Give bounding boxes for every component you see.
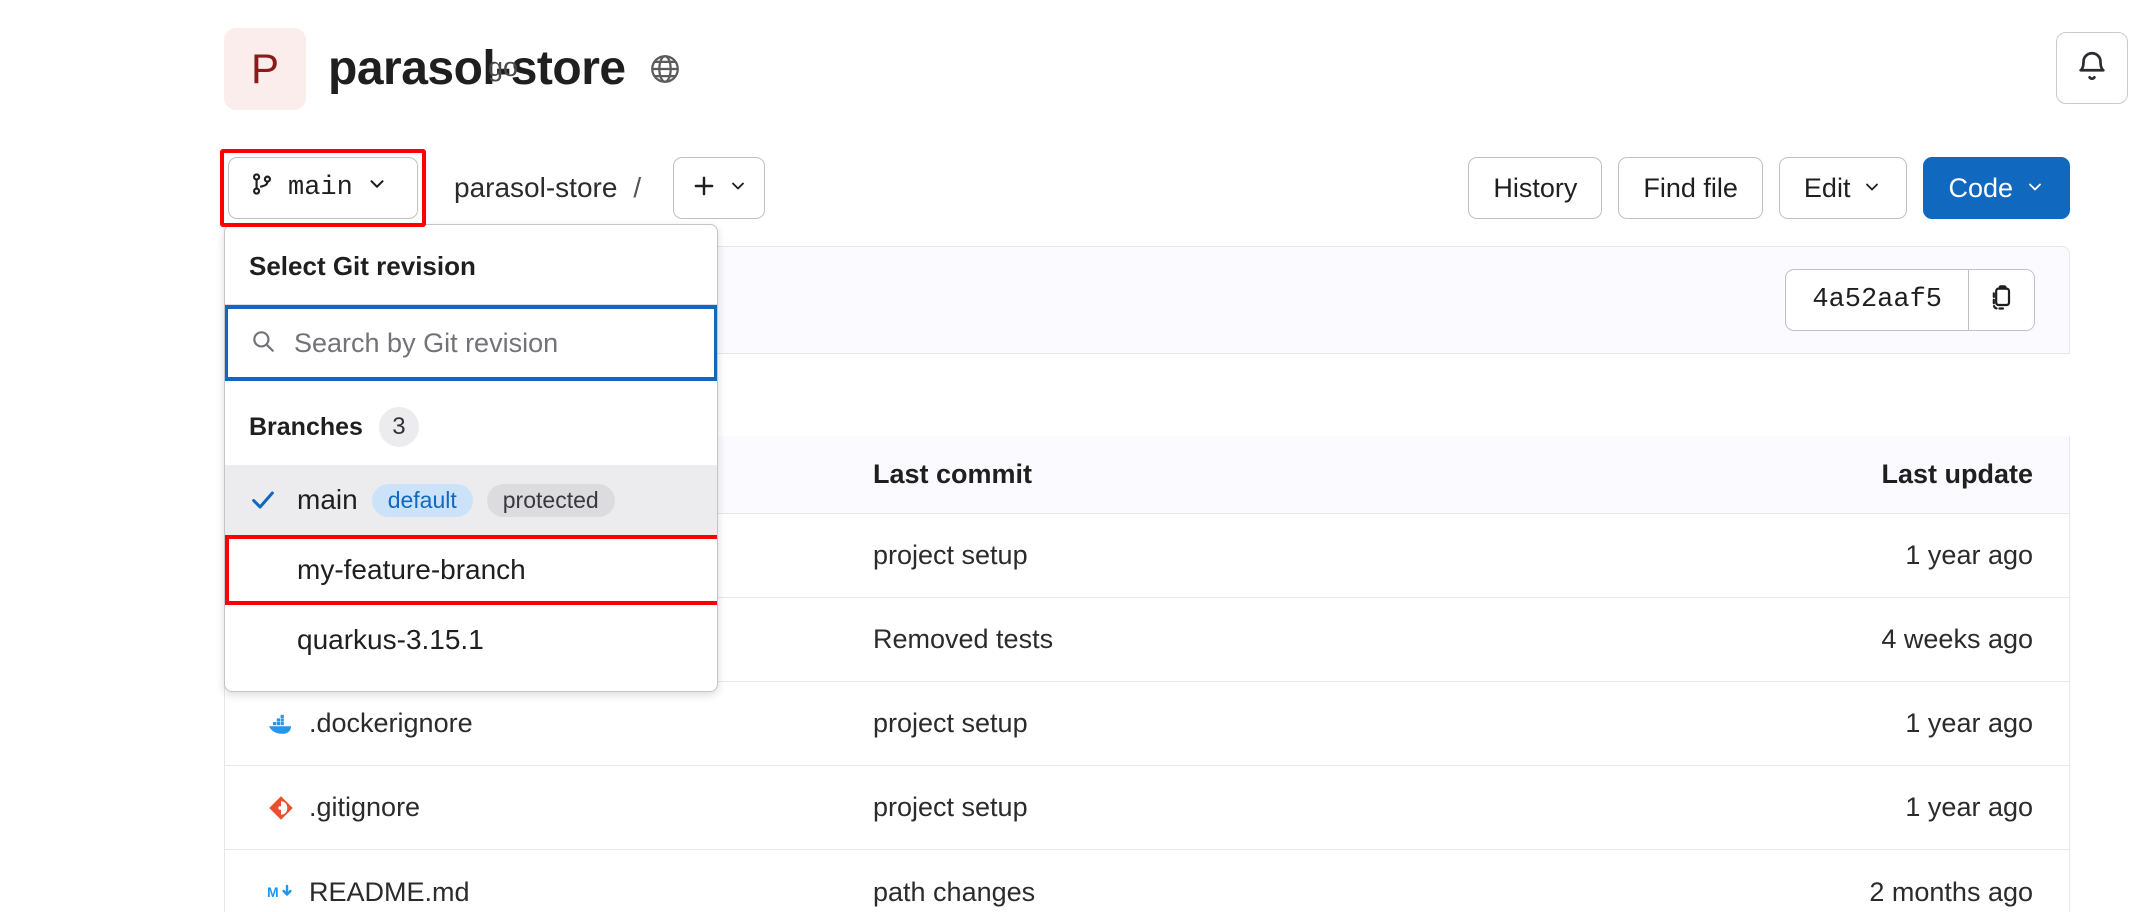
branch-option-label: my-feature-branch (297, 554, 526, 585)
branch-icon (249, 171, 275, 206)
table-row[interactable]: .dockerignore project setup 1 year ago (225, 682, 2069, 766)
column-header-last-update: Last update (1881, 459, 2033, 489)
file-name: .gitignore (309, 792, 421, 822)
branch-selector-button[interactable]: main (228, 157, 418, 219)
last-commit-cell: project setup (873, 708, 1028, 738)
branch-option-label: quarkus-3.15.1 (297, 624, 484, 655)
edit-button[interactable]: Edit (1778, 157, 1908, 219)
branch-option-quarkus-3-15-1[interactable]: quarkus-3.15.1 (225, 605, 717, 675)
find-file-button-label: Find file (1643, 172, 1738, 203)
chevron-down-icon (366, 173, 388, 204)
chevron-down-icon (2025, 173, 2045, 204)
branch-option-my-feature-branch[interactable]: my-feature-branch (225, 535, 717, 605)
git-icon (267, 794, 295, 822)
branch-option-main[interactable]: main default protected (225, 465, 717, 535)
find-file-button[interactable]: Find file (1618, 157, 1763, 219)
dropdown-search-wrap (225, 305, 717, 381)
history-button-label: History (1493, 172, 1578, 203)
code-button-label: Code (1948, 172, 2013, 203)
plus-icon (690, 172, 718, 205)
repo-actions: History Find file Edit Code (1468, 157, 2070, 219)
badge-protected: protected (486, 483, 615, 517)
last-update-cell: 1 year ago (1905, 708, 2033, 738)
breadcrumb: parasol-store / (454, 172, 641, 204)
branches-count-badge: 3 (378, 407, 419, 447)
table-row[interactable]: .gitignore project setup 1 year ago (225, 766, 2069, 850)
branch-selector-wrap: main (220, 149, 426, 227)
code-button[interactable]: Code (1923, 157, 2070, 219)
badge-default: default (371, 483, 473, 517)
file-name: .dockerignore (309, 708, 473, 738)
last-update-cell: 1 year ago (1905, 792, 2033, 822)
globe-icon (648, 52, 682, 86)
commit-sha: 4a52aaf5 (1812, 285, 1942, 315)
column-header-last-commit: Last commit (873, 459, 1033, 489)
last-update-cell: 4 weeks ago (1881, 624, 2033, 654)
dropdown-title: Select Git revision (225, 225, 717, 305)
repository-avatar: P (224, 28, 306, 110)
file-name-cell[interactable]: M README.md (225, 877, 873, 908)
chevron-down-icon (1862, 173, 1882, 204)
chevron-down-icon (728, 176, 748, 201)
bell-icon (2075, 49, 2109, 88)
file-name-cell[interactable]: .gitignore (225, 792, 873, 823)
git-revision-dropdown: Select Git revision Branches 3 main defa… (224, 224, 718, 692)
branch-selector-label: main (288, 173, 353, 203)
table-row[interactable]: M README.md path changes 2 months ago (225, 850, 2069, 912)
last-update-cell: 1 year ago (1905, 540, 2033, 570)
last-update-cell: 2 months ago (1869, 876, 2033, 907)
page-title: parasol-store (328, 42, 626, 95)
search-field[interactable] (225, 305, 717, 381)
repository-page: P parasol-store main parasol-store / His… (0, 0, 2142, 912)
commit-sha-group: 4a52aaf5 (1785, 269, 2035, 331)
docker-icon (267, 710, 295, 738)
breadcrumb-root[interactable]: parasol-store (454, 172, 617, 204)
last-commit-cell: Removed tests (873, 624, 1054, 654)
avatar-letter: P (250, 45, 279, 92)
repo-toolbar: main parasol-store / (220, 149, 766, 227)
commit-time-ago: go (488, 52, 519, 82)
repository-header: P parasol-store (224, 28, 682, 110)
copy-sha-button[interactable] (1968, 270, 2034, 330)
notifications-button[interactable] (2056, 32, 2128, 104)
check-icon (249, 486, 283, 514)
add-to-tree-button[interactable] (673, 157, 766, 219)
last-commit-cell: project setup (873, 792, 1028, 822)
file-name: README.md (309, 876, 470, 907)
svg-text:M: M (267, 884, 279, 900)
history-button[interactable]: History (1468, 157, 1603, 219)
search-input[interactable] (294, 327, 692, 359)
clipboard-icon (1988, 284, 2016, 317)
markdown-icon: M (267, 878, 295, 906)
file-name-cell[interactable]: .dockerignore (225, 708, 873, 739)
edit-button-label: Edit (1803, 172, 1851, 203)
search-icon (250, 328, 276, 359)
branches-section-label: Branches (249, 412, 363, 441)
last-commit-cell: path changes (873, 876, 1036, 907)
branch-option-label: main (297, 484, 358, 515)
breadcrumb-separator: / (633, 172, 642, 203)
branches-section-header: Branches 3 (225, 381, 717, 465)
last-commit-cell: project setup (873, 540, 1028, 570)
